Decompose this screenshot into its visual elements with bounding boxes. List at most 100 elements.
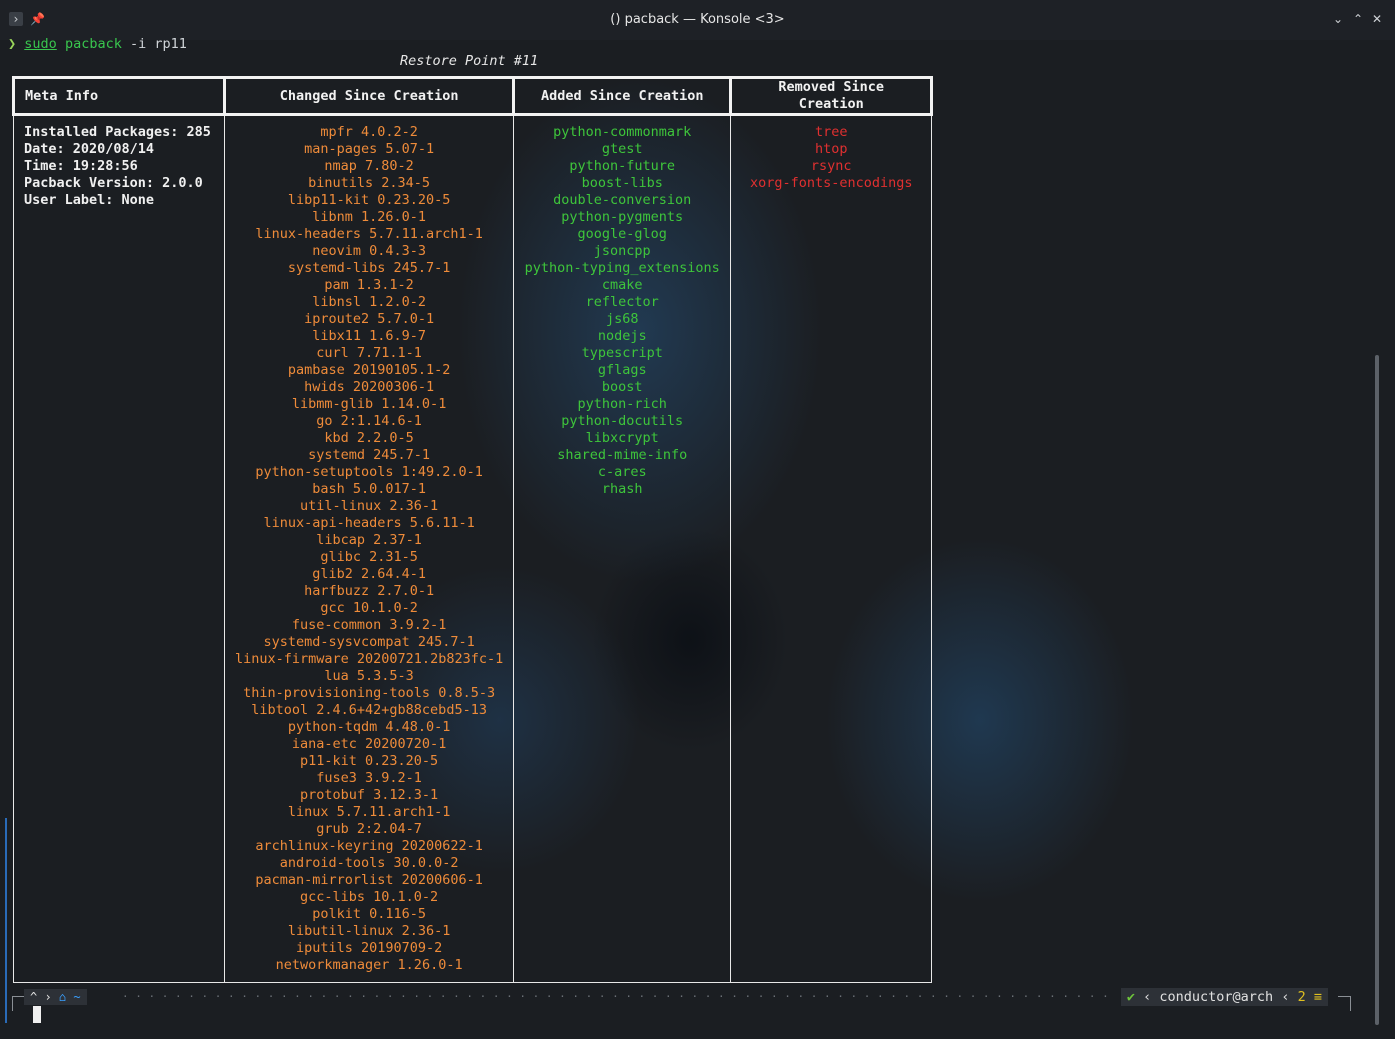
changed-package: gcc-libs 10.1.0-2 [300, 889, 439, 905]
window-title: () pacback — Konsole <3> [610, 12, 785, 27]
added-package: python-future [569, 158, 676, 174]
changed-package: linux 5.7.11.arch1-1 [287, 804, 451, 820]
changed-package: neovim 0.4.3-3 [312, 243, 426, 259]
changed-package: pacman-mirrorlist 20200606-1 [255, 872, 483, 888]
changed-package: libp11-kit 0.23.20-5 [287, 192, 451, 208]
changed-package: thin-provisioning-tools 0.8.5-3 [243, 685, 496, 701]
prompt-arrow-icon: ❯ [8, 36, 17, 52]
changed-package: binutils 2.34-5 [308, 175, 431, 191]
added-package: libxcrypt [585, 430, 659, 446]
added-package: cmake [601, 277, 643, 293]
changed-cell: mpfr 4.0.2-2 man-pages 5.07-1 nmap 7.80-2 b… [223, 114, 515, 983]
added-package: c-ares [597, 464, 647, 480]
changed-package: man-pages 5.07-1 [304, 141, 435, 157]
removed-package: xorg-fonts-encodings [749, 175, 913, 191]
added-package: python-docutils [561, 413, 684, 429]
added-package: double-conversion [553, 192, 692, 208]
added-package: shared-mime-info [557, 447, 688, 463]
maximize-icon[interactable]: ⌃ [1351, 12, 1365, 26]
changed-package: lua 5.3.5-3 [324, 668, 414, 684]
command-args: -i rp11 [121, 36, 187, 52]
changed-package: polkit 0.116-5 [312, 906, 426, 922]
changed-package: kbd 2.2.0-5 [324, 430, 414, 446]
status-left-segment: ^ › ⌂ ~ [24, 989, 87, 1005]
minimize-icon[interactable]: ⌄ [1331, 12, 1345, 26]
list-icon: ≡ [1313, 989, 1322, 1005]
changed-package: libnsl 1.2.0-2 [312, 294, 426, 310]
added-package: gflags [597, 362, 647, 378]
scrollbar[interactable] [1375, 355, 1379, 1025]
changed-package: libtool 2.4.6+42+gb88cebd5-13 [251, 702, 487, 718]
added-package: python-typing_extensions [524, 260, 720, 276]
added-package: python-pygments [561, 209, 684, 225]
changed-package: protobuf 3.12.3-1 [300, 787, 439, 803]
added-package: boost-libs [581, 175, 663, 191]
changed-package: hwids 20200306-1 [304, 379, 435, 395]
removed-package: htop [814, 141, 848, 157]
meta-info-line: Time: 19:28:56 [24, 158, 138, 174]
changed-package: libnm 1.26.0-1 [312, 209, 426, 225]
removed-package: tree [814, 124, 848, 140]
removed-package: rsync [810, 158, 852, 174]
changed-package: iana-etc 20200720-1 [291, 736, 447, 752]
changed-package: systemd-sysvcompat 245.7-1 [263, 634, 475, 650]
changed-package: archlinux-keyring 20200622-1 [255, 838, 483, 854]
meta-info-line: User Label: None [24, 192, 155, 208]
added-package: gtest [601, 141, 643, 157]
header-removed: Removed Since Creation [729, 76, 934, 116]
meta-info-line: Date: 2020/08/14 [24, 141, 155, 157]
caret-icon: ^ [30, 990, 38, 1004]
changed-package: pambase 20190105.1-2 [287, 362, 451, 378]
changed-package: iputils 20190709-2 [295, 940, 443, 956]
changed-package: go 2:1.14.6-1 [316, 413, 422, 429]
changed-package: pam 1.3.1-2 [324, 277, 414, 293]
meta-info-line: Installed Packages: 285 [24, 124, 211, 140]
left-accent-line [5, 818, 7, 1023]
changed-package: fuse-common 3.9.2-1 [291, 617, 447, 633]
changed-package: gcc 10.1.0-2 [320, 600, 418, 616]
changed-package: libcap 2.37-1 [316, 532, 422, 548]
changed-package: nmap 7.80-2 [324, 158, 414, 174]
terminal-cursor[interactable] [33, 1006, 41, 1023]
changed-package: networkmanager 1.26.0-1 [275, 957, 463, 973]
changed-package: linux-api-headers 5.6.11-1 [263, 515, 475, 531]
added-package: reflector [585, 294, 659, 310]
changed-package: p11-kit 0.23.20-5 [300, 753, 439, 769]
changed-package: python-tqdm 4.48.0-1 [287, 719, 451, 735]
added-package: nodejs [597, 328, 647, 344]
status-filler: · · · · · · · · · · · · · · · · · · · · … [122, 990, 1112, 1003]
close-icon[interactable]: ✕ [1370, 12, 1384, 26]
status-right-segment: ✔ ‹ conductor@arch ‹ 2 ≡ [1120, 988, 1328, 1006]
meta-info-line: Pacback Version: 2.0.0 [24, 175, 203, 191]
changed-package: libmm-glib 1.14.0-1 [291, 396, 447, 412]
changed-package: python-setuptools 1:49.2.0-1 [255, 464, 483, 480]
changed-package: systemd-libs 245.7-1 [287, 260, 451, 276]
changed-package: bash 5.0.017-1 [312, 481, 426, 497]
changed-package: glib2 2.64.4-1 [312, 566, 426, 582]
user-host: conductor@arch [1159, 989, 1274, 1005]
header-added: Added Since Creation [512, 76, 733, 116]
status-bar: ^ › ⌂ ~ · · · · · · · · · · · · · · · · … [12, 986, 1352, 1006]
command-sudo: sudo [24, 36, 57, 52]
changed-package: linux-headers 5.7.11.arch1-1 [255, 226, 483, 242]
changed-package: util-linux 2.36-1 [300, 498, 439, 514]
changed-package: libx11 1.6.9-7 [312, 328, 426, 344]
changed-package: curl 7.71.1-1 [316, 345, 422, 361]
added-package: js68 [605, 311, 639, 327]
changed-package: grub 2:2.04-7 [316, 821, 422, 837]
changed-package: android-tools 30.0.0-2 [279, 855, 459, 871]
removed-cell: tree htop rsync xorg-fonts-encodings [730, 114, 933, 983]
title-bar: › 📌 () pacback — Konsole <3> ⌄ ⌃ ✕ [0, 0, 1395, 40]
added-cell: python-commonmark gtest python-future boost… [513, 114, 732, 983]
added-package: boost [601, 379, 643, 395]
added-package: google-glog [577, 226, 667, 242]
meta-info-cell: Installed Packages: 285 Date: 2020/08/14 T… [13, 114, 225, 983]
changed-package: linux-firmware 20200721.2b823fc-1 [235, 651, 504, 667]
added-package: python-rich [577, 396, 667, 412]
command-prompt: ❯ sudo pacback -i rp11 [8, 36, 187, 52]
home-icon: ⌂ ~ [58, 990, 81, 1004]
added-package: jsoncpp [593, 243, 651, 259]
header-meta-info: Meta Info [12, 76, 226, 116]
changed-package: libutil-linux 2.36-1 [287, 923, 451, 939]
header-changed: Changed Since Creation [222, 76, 516, 116]
